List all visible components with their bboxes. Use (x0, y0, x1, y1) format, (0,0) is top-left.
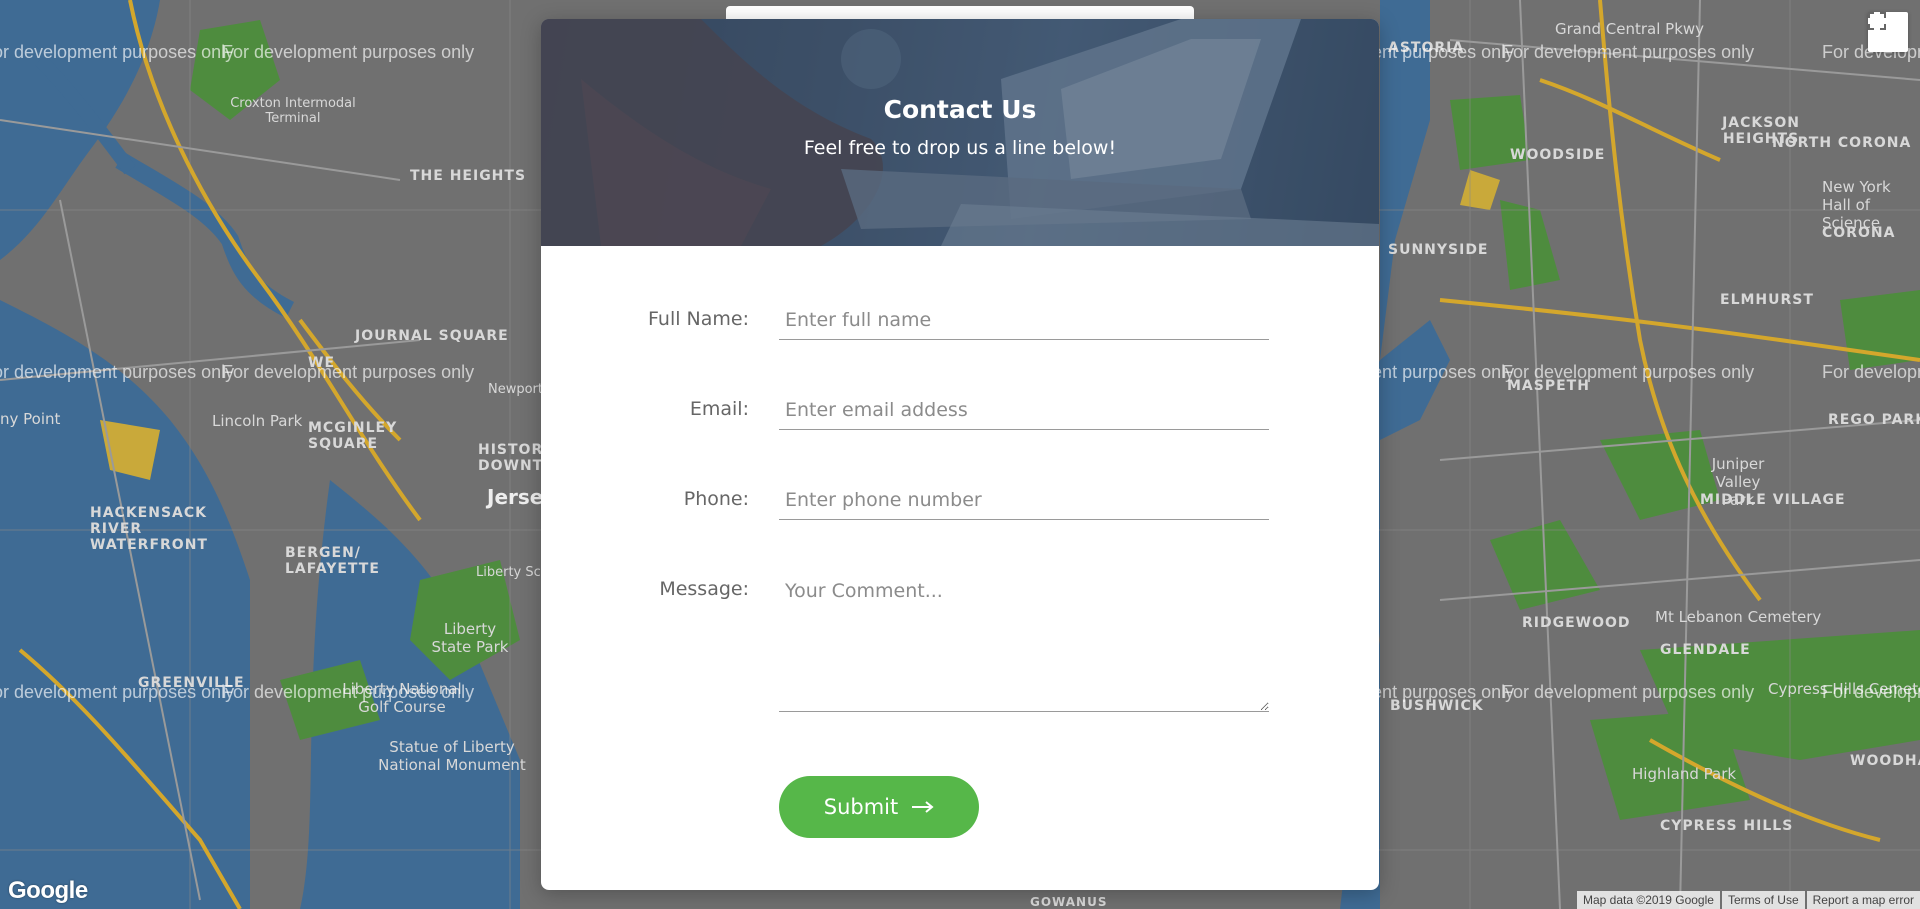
map-watermark: For development purposes only (1822, 682, 1920, 702)
email-input[interactable] (779, 390, 1269, 430)
contact-hero: Contact Us Feel free to drop us a line b… (541, 19, 1379, 246)
phone-input[interactable] (779, 480, 1269, 520)
map-label: Middle Village (1700, 492, 1846, 508)
map-label: Highland Park (1632, 765, 1737, 783)
page-title: Contact Us (883, 95, 1037, 124)
map-label: Corona (1822, 225, 1896, 241)
map-label: Croxton Intermodal Terminal (230, 96, 356, 126)
fullscreen-button[interactable] (1868, 12, 1908, 52)
map-watermark: For development purposes only (1502, 682, 1755, 702)
google-logo[interactable]: Google (8, 877, 88, 905)
email-label: Email: (689, 398, 749, 420)
map-label: Cypress Hills (1660, 818, 1794, 834)
phone-label: Phone: (683, 488, 749, 510)
map-watermark: For development purposes only (1502, 362, 1755, 382)
map-watermark: For development purposes only (222, 682, 475, 702)
map-label: Sunnyside (1388, 242, 1489, 258)
map-label: Journal Square (355, 328, 509, 344)
contact-card: Contact Us Feel free to drop us a line b… (541, 19, 1379, 890)
map-label: Elmhurst (1720, 292, 1814, 308)
map-watermark: For development purposes only (222, 42, 475, 62)
report-map-error-link[interactable]: Report a map error (1806, 891, 1920, 909)
submit-label: Submit (823, 795, 899, 819)
map-footer: Map data ©2019 Google Terms of Use Repor… (1575, 891, 1920, 909)
terms-of-use-link[interactable]: Terms of Use (1721, 891, 1805, 909)
map-label: Glendale (1660, 642, 1751, 658)
map-watermark: For development purposes only (0, 42, 235, 62)
map-label: Liberty State Park (431, 620, 509, 656)
page-subtitle: Feel free to drop us a line below! (803, 137, 1117, 159)
message-label: Message: (659, 578, 749, 600)
map-label: Rego Park (1828, 412, 1920, 428)
map-label: Hackensack River Waterfront (90, 505, 208, 553)
full-name-label: Full Name: (648, 308, 749, 330)
map-label: Woodha (1850, 753, 1920, 769)
map-label: Bergen/ Lafayette (285, 545, 380, 577)
map-label: Ridgewood (1522, 615, 1631, 631)
map-label: Statue of Liberty National Monument (378, 738, 526, 774)
map-label: The Heights (410, 168, 527, 184)
message-textarea[interactable] (779, 570, 1269, 712)
map-label: Jerse (487, 485, 544, 509)
map-watermark: For development purposes only (1822, 362, 1920, 382)
map-label: Gowanus (1030, 895, 1108, 909)
map-label: North Corona (1772, 135, 1912, 151)
map-watermark: For development purposes only (1502, 42, 1755, 62)
map-label: Woodside (1510, 147, 1606, 163)
map-data-attribution: Map data ©2019 Google (1577, 891, 1720, 909)
map-label: Grand Central Pkwy (1555, 20, 1705, 38)
map-label: Liberty Sc (476, 565, 541, 580)
fullscreen-icon (1868, 12, 1886, 30)
map-watermark: For development purposes only (0, 682, 235, 702)
map-watermark: For development purposes only (0, 362, 235, 382)
map-label: McGinley Square (308, 420, 398, 452)
submit-button[interactable]: Submit (779, 776, 979, 838)
full-name-input[interactable] (779, 300, 1269, 340)
map-label: ny Point (0, 410, 61, 428)
map-label: Mt Lebanon Cemetery (1655, 608, 1822, 626)
map-label: New York Hall of Science (1822, 178, 1891, 232)
map-watermark: For development purposes only (222, 362, 475, 382)
arrow-right-icon (912, 801, 934, 813)
map-label: Lincoln Park (212, 412, 303, 430)
